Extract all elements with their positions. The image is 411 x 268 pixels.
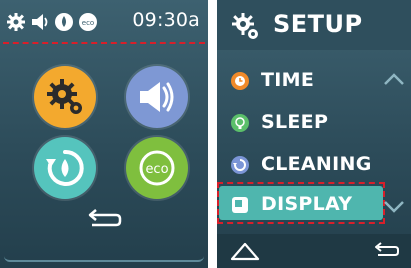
svg-text:eco: eco [82,19,94,27]
chevron-up-icon [384,73,404,85]
menu-item-label: CLEANING [261,153,372,175]
menu-item-sleep[interactable]: SLEEP [217,104,411,142]
settings-button[interactable] [34,66,96,128]
status-bar-marker [3,42,205,44]
chevron-down-icon [384,201,404,213]
menu-item-label: DISPLAY [261,193,353,215]
svg-text:eco: eco [145,162,168,177]
menu-item-label: TIME [261,69,315,91]
speaker-icon [140,82,174,112]
water-drop-icon [55,13,73,31]
menu-item-label: SLEEP [261,111,329,133]
bottom-edge [4,252,204,262]
cycle-icon [231,156,249,174]
setup-header: SETUP [217,0,411,50]
home-screen: eco 09:30a eco [0,0,208,268]
eco-icon: eco [139,150,175,186]
sound-button[interactable] [126,66,188,128]
menu-item-time[interactable]: TIME [217,62,411,100]
back-button[interactable] [82,205,126,235]
back-arrow-icon [88,209,122,227]
gear-icon [232,13,258,39]
page-title: SETUP [273,10,363,38]
home-icon [230,242,260,261]
eco-button[interactable]: eco [126,137,188,199]
bulb-icon [231,114,249,132]
gear-icon [47,79,82,114]
clock-icon [231,72,249,90]
back-arrow-icon [375,242,399,256]
speaker-icon [32,14,48,30]
back-button[interactable] [371,241,401,261]
status-icons: eco [6,11,98,33]
cleaning-button[interactable] [34,137,96,199]
scroll-down-button[interactable] [383,200,405,214]
scroll-up-button[interactable] [383,72,405,86]
gear-icon [7,13,25,31]
status-bar: eco 09:30a [0,0,208,44]
setup-screen: SETUP TIME SLEEP CLEANING DISPLAY [217,0,411,268]
menu-item-cleaning[interactable]: CLEANING [217,146,411,184]
display-icon [231,196,249,214]
clock-time: 09:30a [132,9,200,31]
eco-icon: eco [79,13,97,31]
cycle-water-icon [46,149,84,186]
home-button[interactable] [229,239,261,263]
